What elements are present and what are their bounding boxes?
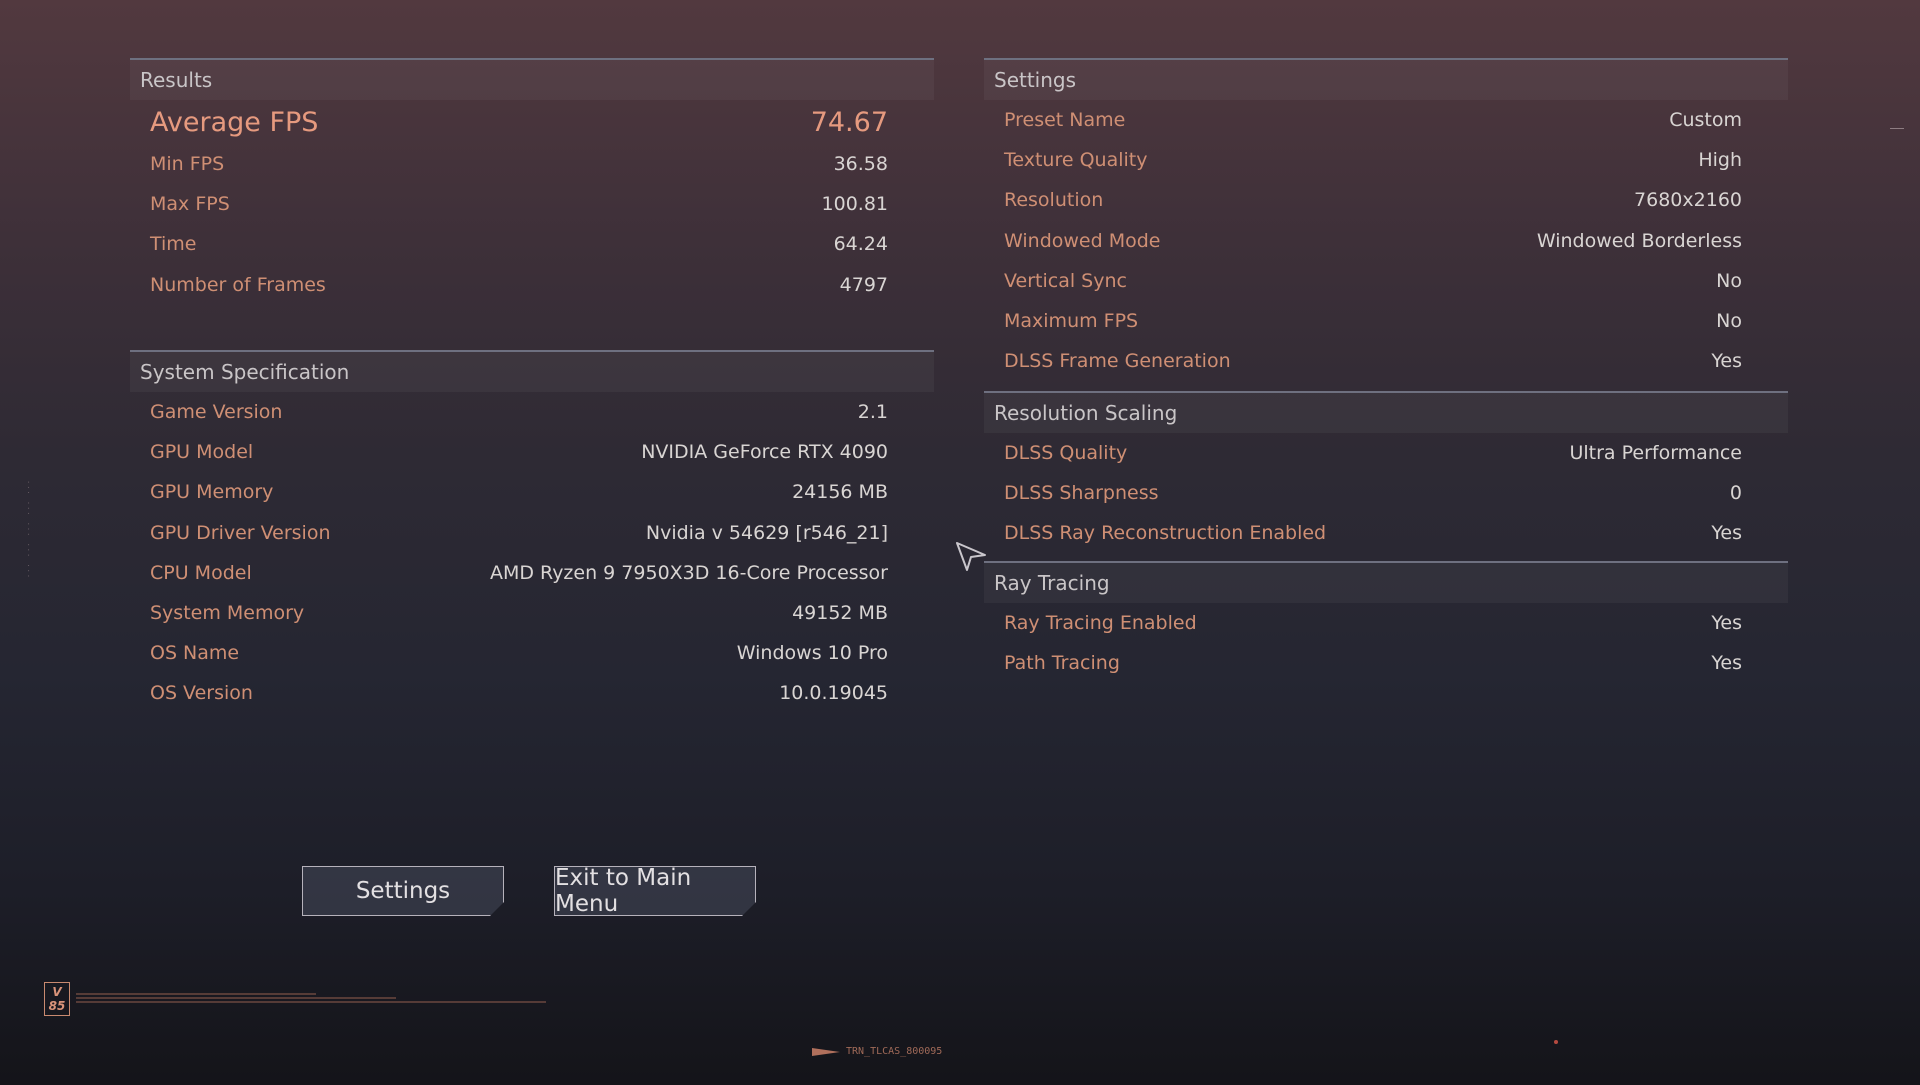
row-value: Custom [1669, 109, 1742, 132]
spec-row-gpu-driver-version: GPU Driver Version Nvidia v 54629 [r546_… [130, 513, 934, 553]
row-value: Windows 10 Pro [736, 642, 888, 665]
row-label: Time [150, 233, 197, 256]
edge-marker [1890, 128, 1904, 132]
settings-panel: Settings Preset Name Custom Texture Qual… [984, 58, 1788, 381]
legal-disclaimer [76, 991, 596, 1005]
setting-row-dlss-frame-generation: DLSS Frame Generation Yes [984, 341, 1788, 381]
setting-row-dlss-sharpness: DLSS Sharpness 0 [984, 473, 1788, 513]
setting-row-resolution: Resolution 7680x2160 [984, 180, 1788, 220]
setting-row-preset-name: Preset Name Custom [984, 100, 1788, 140]
row-value: High [1698, 149, 1742, 172]
row-label: OS Version [150, 682, 253, 705]
results-panel: Results Average FPS 74.67 Min FPS 36.58 … [130, 58, 934, 305]
result-row-number-of-frames: Number of Frames 4797 [130, 265, 934, 305]
setting-row-dlss-ray-reconstruction: DLSS Ray Reconstruction Enabled Yes [984, 513, 1788, 553]
spec-row-gpu-memory: GPU Memory 24156 MB [130, 472, 934, 512]
build-code-text: TRN_TLCAS_800095 [846, 1046, 943, 1057]
system-specification-header: System Specification [130, 350, 934, 392]
row-label: Resolution [1004, 189, 1104, 212]
exit-to-main-menu-button[interactable]: Exit to Main Menu [554, 866, 756, 916]
row-label: GPU Memory [150, 481, 274, 504]
row-value: Windowed Borderless [1536, 229, 1742, 252]
spec-row-gpu-model: GPU Model NVIDIA GeForce RTX 4090 [130, 432, 934, 472]
resolution-scaling-panel: Resolution Scaling DLSS Quality Ultra Pe… [984, 391, 1788, 554]
row-value: 49152 MB [792, 602, 888, 625]
pointer-cursor-icon [956, 542, 986, 571]
row-label: Vertical Sync [1004, 269, 1127, 292]
row-value: Yes [1711, 350, 1742, 373]
row-label: DLSS Quality [1004, 442, 1128, 465]
side-decoration: ··· ··· ··· ··· ··· [24, 480, 32, 580]
spec-row-cpu-model: CPU Model AMD Ryzen 9 7950X3D 16-Core Pr… [130, 553, 934, 593]
result-row-time: Time 64.24 [130, 224, 934, 264]
row-value: Yes [1711, 612, 1742, 635]
row-value: 4797 [839, 273, 888, 296]
settings-button[interactable]: Settings [302, 866, 504, 916]
row-label: Windowed Mode [1004, 229, 1161, 252]
row-label: Number of Frames [150, 273, 326, 296]
setting-row-path-tracing: Path Tracing Yes [984, 643, 1788, 683]
setting-row-vertical-sync: Vertical Sync No [984, 261, 1788, 301]
row-value: 0 [1729, 482, 1742, 505]
row-value: 64.24 [833, 233, 888, 256]
arrow-icon [812, 1047, 840, 1056]
row-value: Yes [1711, 652, 1742, 675]
row-value: Nvidia v 54629 [r546_21] [645, 521, 888, 544]
resolution-scaling-header: Resolution Scaling [984, 391, 1788, 433]
row-label: Game Version [150, 401, 283, 424]
row-label: Max FPS [150, 193, 230, 216]
row-value: No [1716, 269, 1742, 292]
setting-row-maximum-fps: Maximum FPS No [984, 301, 1788, 341]
row-label: Path Tracing [1004, 652, 1120, 675]
row-label: GPU Driver Version [150, 521, 331, 544]
row-value: Ultra Performance [1569, 442, 1742, 465]
version-badge: V 85 [44, 982, 70, 1016]
setting-row-dlss-quality: DLSS Quality Ultra Performance [984, 433, 1788, 473]
spec-row-os-name: OS Name Windows 10 Pro [130, 633, 934, 673]
result-row-min-fps: Min FPS 36.58 [130, 144, 934, 184]
row-label: GPU Model [150, 441, 254, 464]
row-label: CPU Model [150, 561, 252, 584]
row-value: AMD Ryzen 9 7950X3D 16-Core Processor [489, 561, 888, 584]
row-label: Maximum FPS [1004, 310, 1139, 333]
row-value: 2.1 [857, 401, 888, 424]
row-value: No [1716, 310, 1742, 333]
row-value: 7680x2160 [1634, 189, 1742, 212]
setting-row-texture-quality: Texture Quality High [984, 140, 1788, 180]
row-label: Average FPS [150, 106, 319, 138]
spec-row-system-memory: System Memory 49152 MB [130, 593, 934, 633]
row-value: Yes [1711, 522, 1742, 545]
setting-row-windowed-mode: Windowed Mode Windowed Borderless [984, 221, 1788, 261]
row-label: Ray Tracing Enabled [1004, 612, 1197, 635]
ray-tracing-header: Ray Tracing [984, 561, 1788, 603]
result-row-average-fps: Average FPS 74.67 [130, 100, 934, 144]
ray-tracing-panel: Ray Tracing Ray Tracing Enabled Yes Path… [984, 561, 1788, 683]
row-label: Texture Quality [1004, 149, 1148, 172]
row-label: DLSS Frame Generation [1004, 350, 1231, 373]
status-dot [1554, 1040, 1558, 1044]
row-value: 10.0.19045 [779, 682, 888, 705]
results-header: Results [130, 58, 934, 100]
row-value: 74.67 [810, 106, 888, 138]
row-label: System Memory [150, 602, 305, 625]
row-value: 36.58 [833, 153, 888, 176]
spec-row-game-version: Game Version 2.1 [130, 392, 934, 432]
result-row-max-fps: Max FPS 100.81 [130, 184, 934, 224]
system-specification-panel: System Specification Game Version 2.1 GP… [130, 350, 934, 714]
row-label: Preset Name [1004, 109, 1126, 132]
row-label: OS Name [150, 642, 240, 665]
settings-header: Settings [984, 58, 1788, 100]
row-value: NVIDIA GeForce RTX 4090 [641, 441, 888, 464]
spec-row-os-version: OS Version 10.0.19045 [130, 673, 934, 713]
row-value: 24156 MB [792, 481, 888, 504]
setting-row-ray-tracing-enabled: Ray Tracing Enabled Yes [984, 603, 1788, 643]
row-value: 100.81 [821, 193, 888, 216]
footer-build-code: TRN_TLCAS_800095 [812, 1046, 942, 1057]
row-label: DLSS Sharpness [1004, 482, 1159, 505]
row-label: Min FPS [150, 153, 225, 176]
row-label: DLSS Ray Reconstruction Enabled [1004, 522, 1327, 545]
